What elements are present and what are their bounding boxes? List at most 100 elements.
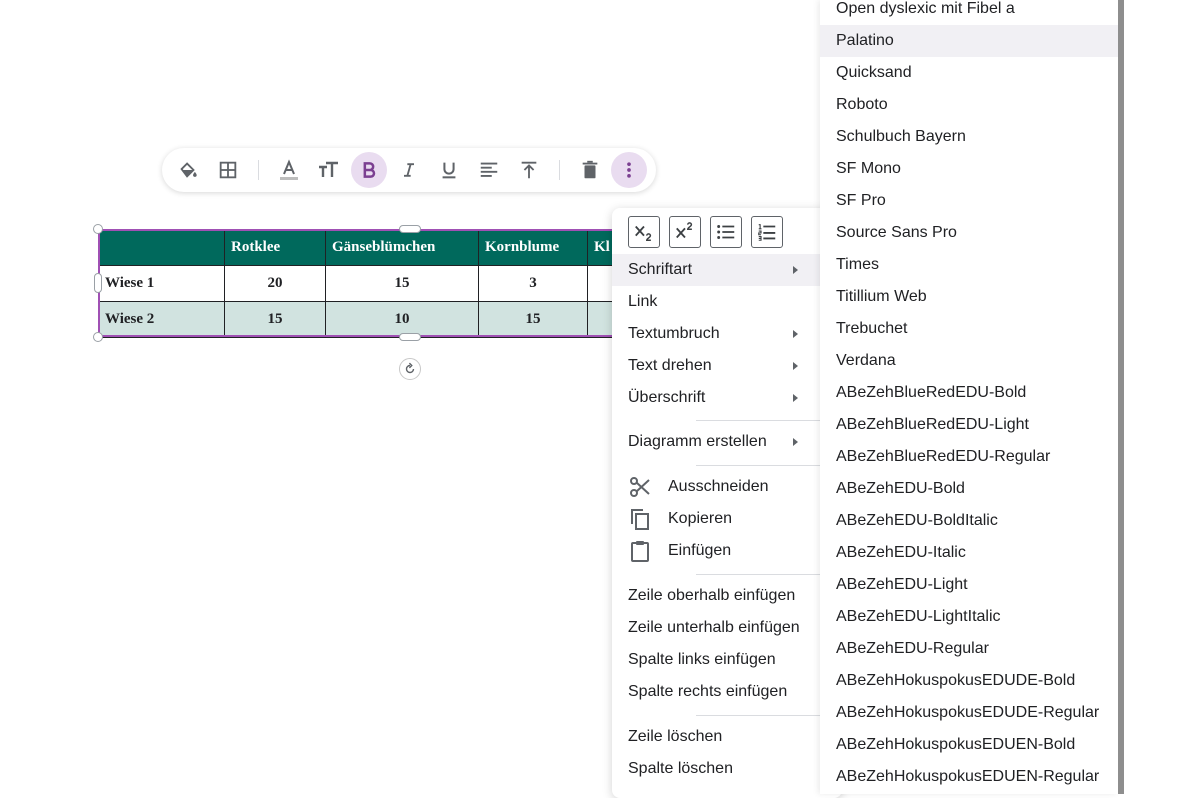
resize-handle-bottom-left[interactable] xyxy=(93,332,103,342)
table-cell[interactable]: Wiese 2 xyxy=(98,301,225,338)
font-option-label: Trebuchet xyxy=(836,320,908,337)
more-options-button[interactable] xyxy=(611,152,647,188)
menu-item-textumbruch[interactable]: Textumbruch xyxy=(612,318,820,350)
font-option[interactable]: SF Mono xyxy=(820,153,1118,185)
menu-item-zeile-loeschen[interactable]: Zeile löschen xyxy=(612,721,820,753)
bulleted-list-button[interactable] xyxy=(710,216,742,248)
font-option[interactable]: Source Sans Pro xyxy=(820,217,1118,249)
font-option[interactable]: ABeZehEDU-Light xyxy=(820,569,1118,601)
table-row: Wiese 2 15 10 15 xyxy=(98,301,628,338)
font-option[interactable]: Times xyxy=(820,249,1118,281)
menu-item-spalte-loeschen[interactable]: Spalte löschen xyxy=(612,753,820,785)
numbered-list-button[interactable] xyxy=(751,216,783,248)
data-table[interactable]: Rotklee Gänseblümchen Kornblume Kl Wiese… xyxy=(98,229,628,338)
table-cell[interactable]: 15 xyxy=(325,265,479,302)
font-option-label: ABeZehEDU-BoldItalic xyxy=(836,512,998,529)
font-option[interactable]: Verdana xyxy=(820,345,1118,377)
font-option-label: Quicksand xyxy=(836,64,912,81)
resize-handle-top[interactable] xyxy=(399,225,421,233)
menu-item-schriftart[interactable]: Schriftart xyxy=(612,254,820,286)
table-borders-button[interactable] xyxy=(210,152,246,188)
toolbar-divider xyxy=(258,160,259,180)
resize-handle-top-left[interactable] xyxy=(93,224,103,234)
font-option-label: Schulbuch Bayern xyxy=(836,128,966,145)
font-option[interactable]: ABeZehHokuspokusEDUEN-Bold xyxy=(820,729,1118,761)
underline-button[interactable] xyxy=(431,152,467,188)
menu-divider xyxy=(696,574,820,575)
resize-handle-left[interactable] xyxy=(94,273,102,293)
menu-divider xyxy=(696,715,820,716)
table-header-cell[interactable]: Kornblume xyxy=(478,229,588,266)
resize-handle-bottom[interactable] xyxy=(399,333,421,341)
menu-item-ueberschrift[interactable]: Überschrift xyxy=(612,382,820,414)
text-color-button[interactable] xyxy=(271,152,307,188)
table-cell[interactable]: 15 xyxy=(224,301,326,338)
menu-item-label: Ausschneiden xyxy=(668,478,769,495)
menu-item-einfuegen[interactable]: Einfügen xyxy=(612,535,820,567)
menu-item-label: Text drehen xyxy=(628,357,712,374)
menu-item-label: Überschrift xyxy=(628,389,706,406)
font-option[interactable]: ABeZehHokuspokusEDUDE-Bold xyxy=(820,665,1118,697)
font-option[interactable]: ABeZehEDU-Italic xyxy=(820,537,1118,569)
font-size-button[interactable] xyxy=(311,152,347,188)
font-option[interactable]: ABeZehHokuspokusEDUEN-Regular xyxy=(820,761,1118,793)
text-color-icon xyxy=(280,159,298,180)
font-option[interactable]: ABeZehBlueRedEDU-Light xyxy=(820,409,1118,441)
font-option[interactable]: Titillium Web xyxy=(820,281,1118,313)
delete-button[interactable] xyxy=(572,152,608,188)
menu-item-spalte-links-einfuegen[interactable]: Spalte links einfügen xyxy=(612,644,820,676)
menu-item-label: Zeile unterhalb einfügen xyxy=(628,619,800,636)
table-cell[interactable]: 15 xyxy=(478,301,588,338)
font-option[interactable]: ABeZehEDU-Bold xyxy=(820,473,1118,505)
align-left-button[interactable] xyxy=(471,152,507,188)
font-option-label: Roboto xyxy=(836,96,888,113)
table-row: Wiese 1 20 15 3 xyxy=(98,265,628,302)
scissors-icon xyxy=(628,475,656,499)
fill-color-button[interactable] xyxy=(170,152,206,188)
font-option-label: ABeZehBlueRedEDU-Regular xyxy=(836,448,1051,465)
font-option[interactable]: ABeZehHokuspokusEDUDE-Regular xyxy=(820,697,1118,729)
font-option[interactable]: ABeZehBlueRedEDU-Bold xyxy=(820,377,1118,409)
font-option-label: ABeZehEDU-Italic xyxy=(836,544,966,561)
menu-item-zeile-unterhalb-einfuegen[interactable]: Zeile unterhalb einfügen xyxy=(612,612,820,644)
superscript-button[interactable] xyxy=(669,216,701,248)
table-header-cell[interactable]: Rotklee xyxy=(224,229,326,266)
font-option[interactable]: Open dyslexic mit Fibel a xyxy=(820,0,1118,25)
subscript-button[interactable] xyxy=(628,216,660,248)
table-header-cell[interactable]: Gänseblümchen xyxy=(325,229,479,266)
font-option[interactable]: Roboto xyxy=(820,89,1118,121)
italic-button[interactable] xyxy=(391,152,427,188)
submenu-arrow-icon xyxy=(793,438,798,446)
data-table-container[interactable]: Rotklee Gänseblümchen Kornblume Kl Wiese… xyxy=(98,229,628,338)
menu-item-ausschneiden[interactable]: Ausschneiden xyxy=(612,471,820,503)
font-option[interactable]: Trebuchet xyxy=(820,313,1118,345)
font-option[interactable]: Quicksand xyxy=(820,57,1118,89)
font-option[interactable]: ABeZehBlueRedEDU-Regular xyxy=(820,441,1118,473)
font-option[interactable]: Schulbuch Bayern xyxy=(820,121,1118,153)
menu-item-text-drehen[interactable]: Text drehen xyxy=(612,350,820,382)
menu-item-spalte-rechts-einfuegen[interactable]: Spalte rechts einfügen xyxy=(612,676,820,708)
font-option-label: Times xyxy=(836,256,879,273)
font-option[interactable]: ABeZehEDU-LightItalic xyxy=(820,601,1118,633)
align-left-icon xyxy=(480,162,498,177)
table-header-cell[interactable] xyxy=(98,229,225,266)
menu-item-diagramm-erstellen[interactable]: Diagramm erstellen xyxy=(612,426,820,458)
font-option[interactable]: ABeZehEDU-BoldItalic xyxy=(820,505,1118,537)
font-option[interactable]: Palatino xyxy=(820,25,1118,57)
font-option[interactable]: ABeZehEDU-Regular xyxy=(820,633,1118,665)
underline-icon xyxy=(442,162,456,179)
table-cell[interactable]: Wiese 1 xyxy=(98,265,225,302)
copy-icon xyxy=(628,507,656,531)
font-option[interactable]: SF Pro xyxy=(820,185,1118,217)
table-cell[interactable]: 20 xyxy=(224,265,326,302)
font-option-label: ABeZehHokuspokusEDUDE-Bold xyxy=(836,672,1076,689)
bold-button[interactable] xyxy=(351,152,387,188)
menu-item-zeile-oberhalb-einfuegen[interactable]: Zeile oberhalb einfügen xyxy=(612,580,820,612)
font-submenu-scrollbar[interactable] xyxy=(1118,0,1124,794)
vertical-align-top-button[interactable] xyxy=(511,152,547,188)
menu-item-kopieren[interactable]: Kopieren xyxy=(612,503,820,535)
rotate-handle[interactable] xyxy=(399,358,421,380)
menu-item-link[interactable]: Link xyxy=(612,286,820,318)
table-cell[interactable]: 3 xyxy=(478,265,588,302)
clipboard-icon xyxy=(628,539,656,563)
